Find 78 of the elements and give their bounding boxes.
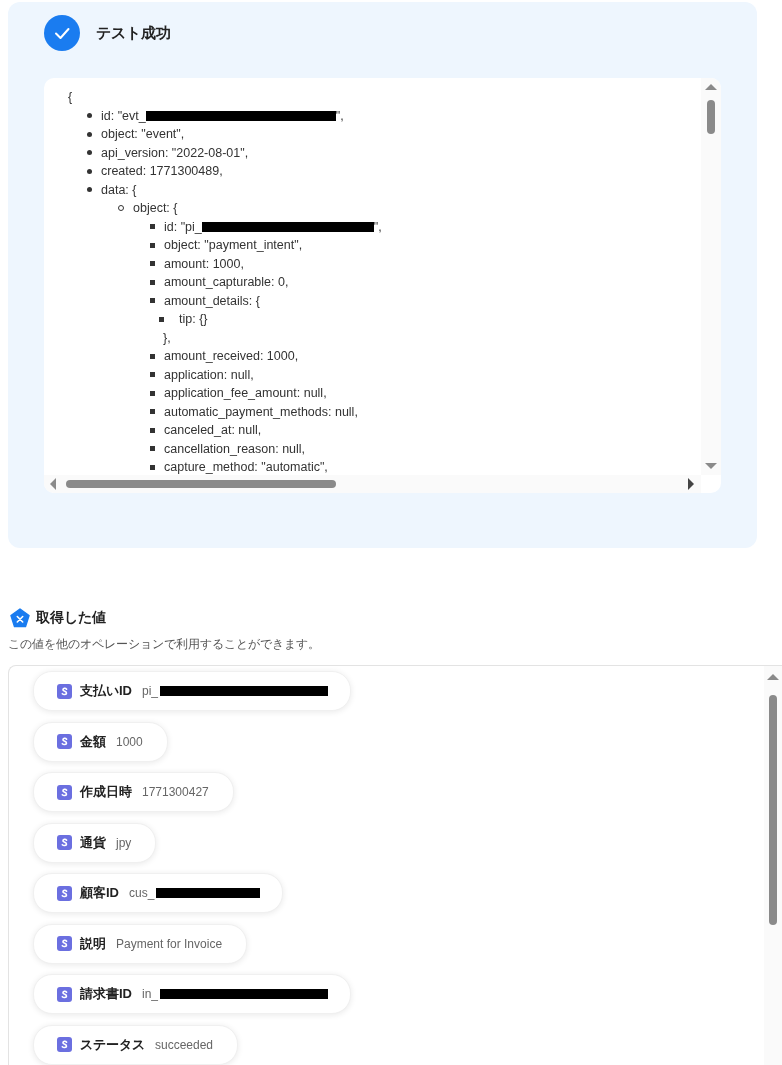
json-text: tip: {}	[179, 312, 208, 327]
json-text: data: {	[101, 182, 137, 197]
json-text: id: "pi_	[164, 219, 202, 234]
bullet-icon	[150, 279, 155, 285]
chip-label: 支払いID	[80, 682, 132, 700]
string-type-icon	[57, 1037, 72, 1052]
json-text: object: "event",	[101, 127, 185, 142]
json-text: amount_received: 1000,	[164, 349, 299, 364]
chip-label: 通貨	[80, 833, 106, 852]
string-type-icon	[57, 936, 72, 951]
bullet-icon	[87, 187, 92, 193]
json-text: canceled_at: null,	[164, 423, 262, 438]
bullet-icon	[150, 409, 155, 415]
bullet-icon	[150, 224, 155, 230]
string-type-icon	[57, 784, 72, 800]
bullet-icon	[87, 168, 92, 174]
json-text: ",	[373, 219, 382, 234]
chip-value: 1000	[116, 734, 143, 749]
string-type-icon	[57, 835, 72, 850]
chip-value: pi_	[142, 684, 158, 698]
value-chip[interactable]: 支払いID pi_	[33, 671, 351, 711]
bullet-icon	[150, 353, 155, 359]
status-title: テスト成功	[96, 23, 171, 43]
chip-label: 金額	[80, 732, 106, 751]
bullet-icon	[87, 131, 92, 137]
string-type-icon	[57, 885, 72, 901]
bullet-icon	[150, 446, 155, 452]
value-chip[interactable]: 作成日時 1771300427	[33, 772, 234, 812]
string-type-icon	[57, 683, 72, 699]
chip-value: 1771300427	[142, 785, 209, 799]
chip-value: cus_	[129, 886, 155, 900]
json-text: amount_details: {	[164, 293, 260, 308]
bullet-icon	[150, 464, 155, 470]
bullet-icon	[150, 261, 155, 267]
json-text: ",	[335, 108, 344, 123]
bullet-icon	[87, 113, 92, 119]
chip-label: 説明	[80, 934, 106, 953]
json-text: object: {	[133, 201, 178, 216]
bullet-icon	[150, 298, 155, 304]
json-text: automatic_payment_methods: null,	[164, 404, 358, 419]
bullet-icon	[87, 150, 92, 156]
json-text: capture_method: "automatic",	[164, 460, 328, 475]
chip-value: jpy	[116, 835, 132, 850]
section-title: 取得した値	[36, 609, 106, 627]
chip-label: ステータス	[80, 1035, 145, 1054]
chip-label: 作成日時	[80, 783, 132, 801]
value-chip[interactable]: ステータス succeeded	[33, 1024, 239, 1065]
json-text: api_version: "2022-08-01",	[101, 145, 249, 160]
json-text: created: 1771300489,	[101, 164, 223, 179]
bullet-icon	[150, 427, 155, 433]
json-text: object: "payment_intent",	[164, 238, 303, 253]
chip-value: in_	[142, 987, 158, 1001]
json-text: amount: 1000,	[164, 256, 244, 271]
variable-icon	[10, 608, 30, 628]
json-text: amount_capturable: 0,	[164, 275, 289, 290]
chip-label: 顧客ID	[80, 884, 119, 902]
bullet-icon	[159, 316, 164, 322]
value-chip[interactable]: 請求書ID in_	[33, 974, 351, 1014]
chip-value: Payment for Invoice	[116, 936, 223, 951]
value-chip[interactable]: 通貨 jpy	[33, 822, 157, 863]
string-type-icon	[57, 734, 72, 749]
json-text: id: "evt_	[101, 108, 146, 123]
bullet-icon	[150, 372, 155, 378]
check-icon	[44, 15, 80, 51]
json-text: },	[163, 330, 171, 345]
chip-value: succeeded	[155, 1037, 214, 1052]
string-type-icon	[57, 986, 72, 1002]
value-chip[interactable]: 金額 1000	[33, 721, 168, 762]
value-chip[interactable]: 顧客ID cus_	[33, 873, 284, 913]
bullet-icon	[150, 242, 155, 248]
json-text: application_fee_amount: null,	[164, 386, 327, 401]
section-description: この値を他のオペレーションで利用することができます。	[8, 636, 321, 653]
bullet-icon	[150, 390, 155, 396]
chip-label: 請求書ID	[80, 985, 132, 1003]
value-chip[interactable]: 説明 Payment for Invoice	[33, 923, 248, 964]
json-text: cancellation_reason: null,	[164, 441, 306, 456]
json-text: application: null,	[164, 367, 254, 382]
json-text: {	[68, 90, 73, 105]
